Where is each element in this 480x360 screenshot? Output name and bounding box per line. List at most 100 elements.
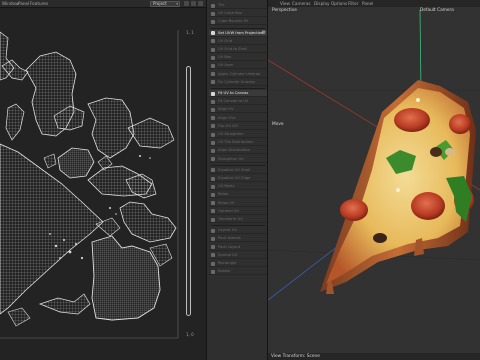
tool-item[interactable]: Fit UV to Canvas: [209, 90, 267, 97]
tool-icon: [211, 269, 215, 274]
uv-tools-panel: Tile UV Cube Box Cube Bounds Fit Set UVW fr…: [206, 0, 268, 360]
tool-item[interactable]: Straighten UV: [209, 156, 267, 163]
tool-label: UV Relax: [218, 184, 235, 189]
tool-icon: [211, 99, 215, 104]
tool-label: Equalize UV Edge: [218, 176, 251, 180]
tool-label: Align UVs: [218, 115, 236, 120]
tool-label: UV Tile Distribution: [218, 140, 254, 145]
tool-item[interactable]: Equalize UV Shell: [209, 167, 267, 174]
tool-item[interactable]: Align UVs: [209, 115, 267, 122]
tool-item[interactable]: UV Straighten: [209, 131, 267, 138]
tool-item[interactable]: UV Grid to Shell: [209, 46, 267, 53]
tool-icon: [211, 253, 215, 258]
tool-icon: [211, 209, 215, 214]
menu-panel[interactable]: Panel: [18, 0, 29, 8]
tool-icon: [211, 3, 215, 8]
tool-item[interactable]: UV Area: [209, 62, 267, 70]
viewport-label-camera: Default Camera: [420, 8, 454, 13]
pepperoni: [449, 114, 471, 134]
menu-features[interactable]: Features: [30, 0, 48, 8]
viewport-statusbar: View Transform: Scene: [268, 353, 480, 360]
uv-canvas[interactable]: [0, 8, 206, 360]
tool-label: Rotate: [218, 269, 231, 274]
tool-label: Transform UV: [218, 217, 243, 221]
tool-item[interactable]: Flip UV X/Y: [209, 123, 267, 130]
tool-item[interactable]: UV Box: [209, 54, 267, 62]
tool-label: Set UVW from Projection: [218, 30, 264, 35]
tool-label: Cube Bounds Fit: [218, 19, 248, 24]
menu-window[interactable]: Window: [2, 0, 19, 8]
uv-corner-top-right: 1, 1: [186, 30, 194, 35]
uv-island: [5, 103, 25, 141]
uv-island: [119, 201, 177, 243]
tool-label: UV Box: [218, 55, 232, 60]
tool-label: Align Distribution: [218, 148, 250, 153]
tool-item[interactable]: Fit Canvas to UV: [209, 98, 267, 106]
layout-icon[interactable]: [191, 1, 196, 6]
viewport-scene[interactable]: [268, 0, 480, 360]
tool-icon: [211, 261, 215, 266]
tool-icon: [211, 72, 215, 77]
tool-item[interactable]: Rectangle: [209, 260, 267, 267]
tool-item[interactable]: UV Tile Distribution: [209, 139, 267, 147]
tool-label: Pack Islands: [218, 236, 241, 241]
tool-icon: [211, 184, 215, 189]
tool-label: UV Grid to Shell: [218, 47, 248, 51]
tool-item[interactable]: Fix Cylinder Unwrap: [209, 79, 267, 86]
tool-item[interactable]: UV Grid: [209, 38, 267, 45]
tool-icon: [211, 39, 215, 44]
tool-item[interactable]: UV Relax: [209, 183, 267, 191]
viewport-status: View Transform: Scene: [271, 354, 320, 359]
tool-item[interactable]: Relax UV: [209, 200, 267, 207]
tool-item[interactable]: Set UVW from Projection ⚙: [209, 29, 267, 37]
tool-label: Relax UV: [218, 200, 235, 205]
tool-icon: [211, 80, 215, 85]
uv-island: [38, 293, 91, 315]
tool-icon: [211, 217, 215, 222]
tool-icon: [211, 116, 215, 121]
tool-label: Apply Cylinder Unwrap: [218, 71, 261, 76]
tool-label: UV Area: [218, 63, 233, 68]
uv-zoom-slider[interactable]: [186, 66, 191, 316]
tool-item[interactable]: Spread UV: [209, 252, 267, 259]
tool-label: Tile: [218, 3, 225, 7]
tool-item[interactable]: Tile: [209, 2, 267, 9]
tool-item[interactable]: Transform UV: [209, 216, 267, 223]
olive: [373, 233, 387, 243]
gear-icon[interactable]: ⚙: [262, 30, 266, 37]
tool-icon: [211, 19, 215, 24]
tool-label: Fix Cylinder Unwrap: [218, 79, 255, 84]
tool-label: UV Straighten: [218, 132, 244, 136]
uv-editor[interactable]: 1, 1 1, 0: [0, 8, 206, 360]
tool-item[interactable]: Relax: [209, 191, 267, 199]
tools-separator: [211, 88, 265, 89]
viewport-3d[interactable]: View Cameras Display Options Filter Pane…: [268, 0, 480, 360]
tool-item[interactable]: Align UV: [209, 106, 267, 114]
tool-item[interactable]: Equalize UV Edge: [209, 175, 267, 182]
tool-icon: [211, 47, 215, 52]
tool-icon: [211, 132, 215, 137]
tool-label: Straighten UV: [218, 156, 244, 161]
tool-label: Flip UV X/Y: [218, 123, 239, 128]
tools-separator: [211, 164, 265, 166]
tool-icon: [211, 192, 215, 197]
tool-item[interactable]: Apply Cylinder Unwrap: [209, 71, 267, 78]
tool-icon: [211, 245, 215, 250]
mushroom: [445, 148, 455, 156]
close-icon[interactable]: [198, 1, 203, 6]
tool-item[interactable]: Align Distribution: [209, 147, 267, 155]
tool-item[interactable]: Cube Bounds Fit: [209, 18, 267, 26]
project-select[interactable]: Project ▾: [150, 1, 180, 7]
tool-label: Layout UV: [218, 228, 237, 233]
tool-item[interactable]: Rotate: [209, 268, 267, 276]
tool-item[interactable]: Optimal UV: [209, 208, 267, 215]
uv-island: [91, 235, 161, 321]
tool-icon: [211, 11, 215, 16]
tool-item[interactable]: Pack Islands: [209, 235, 267, 243]
settings-icon[interactable]: [184, 1, 189, 6]
tool-item[interactable]: Layout UV: [209, 227, 267, 235]
uv-island: [57, 147, 95, 179]
tool-item[interactable]: UV Cube Box: [209, 10, 267, 18]
tool-item[interactable]: Pack Layout: [209, 244, 267, 251]
tool-label: UV Grid: [218, 38, 233, 43]
